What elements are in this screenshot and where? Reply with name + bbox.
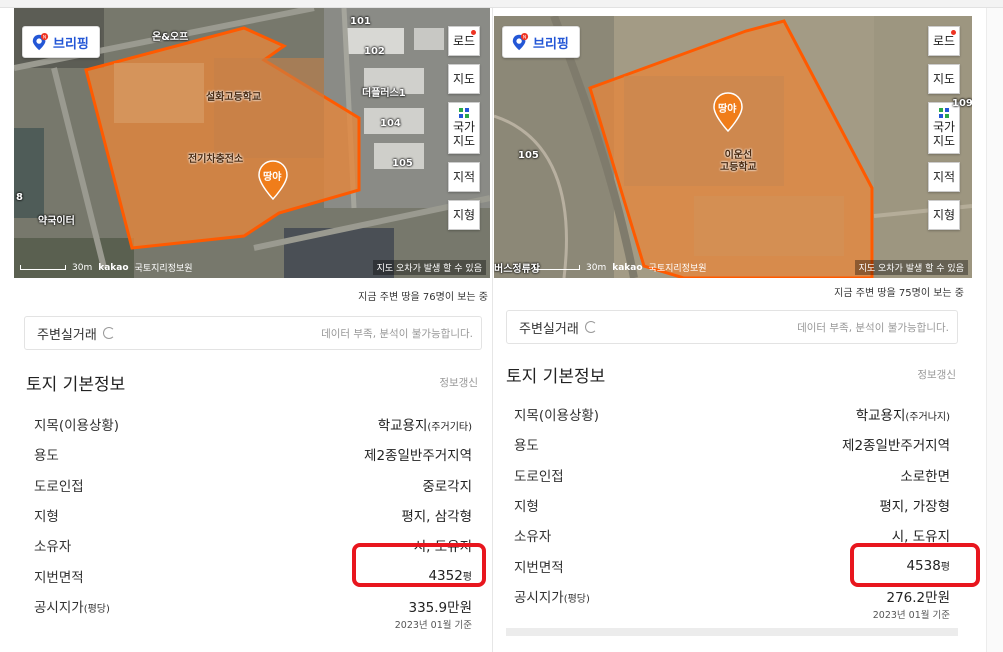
scale-bar: [20, 265, 66, 270]
map-scale: 30m kakao 국토지리정보원: [534, 261, 707, 274]
briefing-logo[interactable]: N 브리핑: [22, 26, 100, 58]
land-info-header: 토지 기본정보 정보갱신: [14, 370, 492, 395]
update-info-link[interactable]: 정보갱신: [439, 375, 478, 390]
cadastral-button[interactable]: 지적: [448, 162, 480, 192]
map-type-button[interactable]: 지도: [928, 64, 960, 94]
land-info-header: 토지 기본정보 정보갱신: [494, 362, 972, 387]
map-label-substation: 전기차충전소: [188, 154, 244, 165]
briefing-logo[interactable]: N 브리핑: [502, 26, 580, 58]
section-title: 토지 기본정보: [26, 375, 126, 395]
cadastral-button[interactable]: 지적: [928, 162, 960, 192]
roadview-button[interactable]: 로드: [448, 26, 480, 56]
browser-top-strip: [0, 0, 1003, 8]
brand-label: 브리핑: [53, 36, 89, 52]
nearby-transactions[interactable]: 주변실거래 데이터 부족, 분석이 불가능합니다.: [24, 316, 482, 350]
row-road-access: 도로인접 소로한면: [514, 468, 950, 485]
satellite-map[interactable]: N 브리핑 로드 지도 국가 지도 지적 지형 105 109 버스정류장 이운…: [494, 16, 972, 278]
row-zoning: 용도 제2종일반주거지역: [34, 448, 472, 465]
map-label-pharmacy: 약국이터: [38, 216, 75, 227]
kakao-logo: kakao: [612, 262, 643, 273]
map-type-button[interactable]: 지도: [448, 64, 480, 94]
map-pin-logo-icon: N: [512, 33, 529, 51]
national-map-button[interactable]: 국가 지도: [928, 102, 960, 154]
row-land-category: 지목(이용상황) 학교용지(주거기타): [34, 418, 472, 435]
row-zoning: 용도 제2종일반주거지역: [514, 438, 950, 455]
panel-divider: [492, 8, 493, 652]
pin-label: 땅야: [718, 104, 737, 115]
map-label-school: 설화고등학교: [206, 92, 262, 103]
map-label-102: 102: [364, 46, 385, 57]
scrollbar-track[interactable]: [986, 8, 1003, 652]
row-terrain: 지형 평지, 가장형: [514, 499, 950, 516]
land-panel-left: N 브리핑 로드 지도 국가 지도 지적 지형 온&오프 101 102 더플러…: [14, 8, 492, 631]
nearby-message: 데이터 부족, 분석이 불가능합니다.: [321, 327, 473, 340]
grid-icon: [939, 108, 949, 118]
terrain-button[interactable]: 지형: [448, 200, 480, 230]
svg-text:N: N: [43, 34, 46, 40]
terrain-button[interactable]: 지형: [928, 200, 960, 230]
map-error-note: 지도 오차가 발생 할 수 있음: [854, 260, 968, 275]
kakao-logo: kakao: [98, 262, 129, 273]
svg-text:N: N: [523, 34, 526, 40]
map-label-shop: 온&오프: [152, 32, 189, 43]
nearby-message: 데이터 부족, 분석이 불가능합니다.: [797, 321, 949, 334]
new-dot-icon: [471, 30, 476, 35]
map-label-101: 101: [350, 16, 371, 27]
grid-icon: [459, 108, 469, 118]
roadview-button[interactable]: 로드: [928, 26, 960, 56]
nearby-title: 주변실거래: [519, 321, 579, 337]
map-copyright: 국토지리정보원: [648, 264, 707, 274]
map-label-8: 8: [16, 192, 23, 203]
map-error-note: 지도 오차가 발생 할 수 있음: [372, 260, 486, 275]
map-pin-logo-icon: N: [32, 33, 49, 51]
map-scale: 30m kakao 국토지리정보원: [20, 261, 193, 274]
map-controls: 로드 지도 국가 지도 지적 지형: [928, 26, 960, 230]
satellite-map[interactable]: N 브리핑 로드 지도 국가 지도 지적 지형 온&오프 101 102 더플러…: [14, 8, 490, 278]
refresh-icon[interactable]: [584, 321, 597, 333]
section-footer-bar: [506, 628, 958, 636]
land-panel-right: N 브리핑 로드 지도 국가 지도 지적 지형 105 109 버스정류장 이운…: [494, 8, 972, 621]
map-controls: 로드 지도 국가 지도 지적 지형: [448, 26, 480, 230]
as-of-date: 2023년 01월 기준: [872, 610, 950, 622]
viewer-count: 지금 주변 땅을 75명이 보는 중: [834, 288, 964, 299]
map-copyright: 국토지리정보원: [134, 264, 193, 274]
map-label-109: 109: [952, 98, 972, 109]
map-label-school: 이운선 고등학교: [720, 150, 757, 173]
national-map-button[interactable]: 국가 지도: [448, 102, 480, 154]
as-of-date: 2023년 01월 기준: [394, 620, 472, 632]
area-highlight-right: [850, 543, 980, 587]
map-label-apt: 더플러스1: [362, 88, 406, 99]
viewer-count: 지금 주변 땅을 76명이 보는 중: [358, 292, 488, 303]
new-dot-icon: [951, 30, 956, 35]
scale-bar: [534, 265, 580, 270]
nearby-transactions[interactable]: 주변실거래 데이터 부족, 분석이 불가능합니다.: [506, 310, 958, 344]
pin-label: 땅야: [263, 172, 282, 183]
nearby-title: 주변실거래: [37, 327, 97, 343]
area-highlight-left: [352, 543, 486, 587]
row-road-access: 도로인접 중로각지: [34, 478, 472, 495]
land-info-list: 지목(이용상황) 학교용지(주거기타) 용도 제2종일반주거지역 도로인접 중로각지 …: [14, 409, 492, 621]
brand-label: 브리핑: [533, 36, 569, 52]
section-title: 토지 기본정보: [506, 367, 606, 387]
update-info-link[interactable]: 정보갱신: [917, 367, 956, 382]
refresh-icon[interactable]: [102, 327, 115, 339]
row-terrain: 지형 평지, 삼각형: [34, 509, 472, 526]
map-label-105: 105: [518, 150, 539, 161]
row-land-category: 지목(이용상황) 학교용지(주거나지): [514, 408, 950, 425]
map-label-105: 105: [392, 158, 413, 169]
map-label-104: 104: [380, 118, 401, 129]
